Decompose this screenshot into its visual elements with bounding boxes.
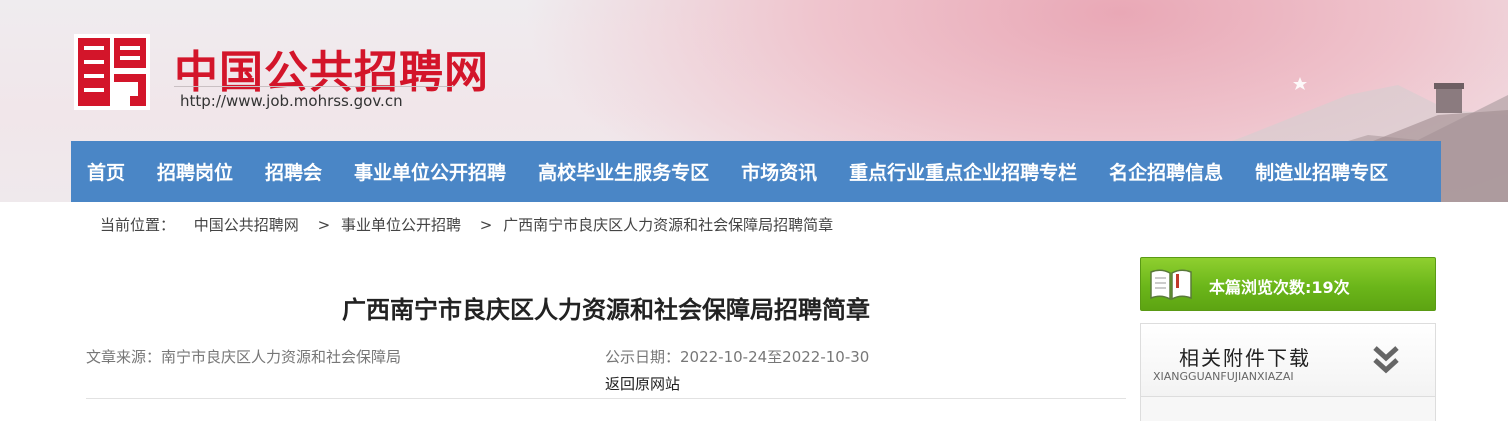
site-url: http://www.job.mohrss.gov.cn bbox=[174, 86, 454, 110]
site-title[interactable]: 中国公共招聘网 bbox=[174, 36, 489, 100]
nav-item-key-industries[interactable]: 重点行业重点企业招聘专栏 bbox=[833, 158, 1093, 185]
breadcrumb-current: 广西南宁市良庆区人力资源和社会保障局招聘简章 bbox=[503, 216, 834, 234]
nav-item-manufacturing[interactable]: 制造业招聘专区 bbox=[1239, 158, 1404, 185]
article-source: 文章来源：南宁市良庆区人力资源和社会保障局 bbox=[86, 348, 402, 366]
article-date: 公示日期：2022-10-24至2022-10-30 bbox=[605, 348, 870, 366]
breadcrumb-separator: > bbox=[479, 216, 493, 234]
attachments-header[interactable]: 相关附件下载 XIANGGUANFUJIANXIAZAI bbox=[1141, 324, 1435, 397]
nav-item-home[interactable]: 首页 bbox=[71, 158, 141, 185]
breadcrumb-prefix: 当前位置： bbox=[100, 216, 176, 234]
book-icon bbox=[1150, 269, 1192, 301]
nav-item-job-fairs[interactable]: 招聘会 bbox=[249, 158, 338, 185]
nav-item-market-news[interactable]: 市场资讯 bbox=[725, 158, 833, 185]
view-count-text: 本篇浏览次数:19次 bbox=[1209, 278, 1350, 297]
double-chevron-down-icon[interactable] bbox=[1371, 344, 1401, 376]
attachments-panel: 相关附件下载 XIANGGUANFUJIANXIAZAI bbox=[1140, 323, 1436, 421]
back-to-source-link[interactable]: 返回原网站 bbox=[605, 373, 680, 394]
article-divider bbox=[86, 398, 1126, 399]
attachments-body bbox=[1141, 397, 1435, 421]
nav-item-graduates[interactable]: 高校毕业生服务专区 bbox=[522, 158, 725, 185]
nav-item-public-institutions[interactable]: 事业单位公开招聘 bbox=[338, 158, 522, 185]
attachments-title: 相关附件下载 bbox=[1179, 346, 1311, 370]
view-count-box: 本篇浏览次数:19次 bbox=[1140, 257, 1436, 311]
article-title: 广西南宁市良庆区人力资源和社会保障局招聘简章 bbox=[342, 296, 870, 324]
site-logo-icon bbox=[74, 34, 150, 110]
breadcrumb-link-category[interactable]: 事业单位公开招聘 bbox=[341, 216, 461, 234]
breadcrumb-link-home[interactable]: 中国公共招聘网 bbox=[194, 216, 299, 234]
breadcrumb-separator: > bbox=[317, 216, 331, 234]
nav-item-jobs[interactable]: 招聘岗位 bbox=[141, 158, 249, 185]
nav-item-famous-companies[interactable]: 名企招聘信息 bbox=[1093, 158, 1239, 185]
main-nav: 首页 招聘岗位 招聘会 事业单位公开招聘 高校毕业生服务专区 市场资讯 重点行业… bbox=[71, 141, 1441, 202]
attachments-subtitle: XIANGGUANFUJIANXIAZAI bbox=[1153, 370, 1294, 383]
breadcrumb: 当前位置： 中国公共招聘网 > 事业单位公开招聘 > 广西南宁市良庆区人力资源和… bbox=[100, 214, 847, 235]
